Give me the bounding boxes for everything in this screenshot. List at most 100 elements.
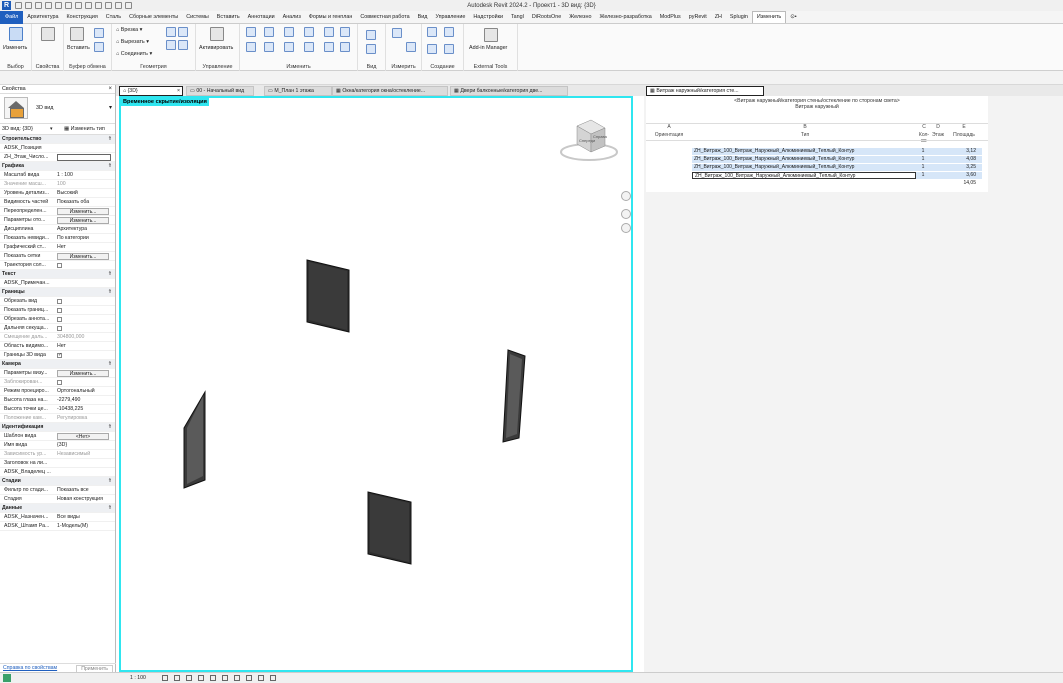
tab-11[interactable]: Управление <box>431 11 469 24</box>
property-row[interactable]: Обрезать вид <box>0 297 115 306</box>
property-value[interactable]: Нет <box>57 343 66 349</box>
scale-icon[interactable] <box>324 42 334 52</box>
col-letter-c[interactable]: C <box>918 124 930 130</box>
tab-3[interactable]: Сборные элементы <box>125 11 182 24</box>
collapse-icon[interactable]: ⇑ <box>108 288 112 297</box>
activate-icon[interactable] <box>210 27 224 41</box>
property-value-cell[interactable]: Новая конструкция <box>57 495 113 504</box>
property-value-cell[interactable]: Архитектура <box>57 225 113 234</box>
property-value[interactable]: 1 : 100 <box>57 172 73 178</box>
header-type[interactable]: Тип <box>692 132 918 138</box>
measure-icon[interactable] <box>75 2 82 9</box>
property-row[interactable]: Заблокирован... <box>0 378 115 387</box>
sun-path-icon[interactable] <box>186 675 192 681</box>
chevron-down-icon[interactable]: ▾ <box>50 124 53 135</box>
property-row[interactable]: Высота глаза на... -2279,490 <box>0 396 115 405</box>
property-row[interactable]: ADSK_Позиция <box>0 144 115 153</box>
properties-icon[interactable] <box>41 27 55 41</box>
property-checkbox[interactable] <box>57 308 62 313</box>
offset-icon[interactable] <box>264 27 274 37</box>
tab-10[interactable]: Вид <box>414 11 432 24</box>
property-value[interactable]: Показать все <box>57 487 89 493</box>
col-letter-d[interactable]: D <box>930 124 946 130</box>
save-icon[interactable] <box>25 2 32 9</box>
property-row[interactable]: ADSK_Примечан... <box>0 279 115 288</box>
property-row[interactable]: Графический ст... Нет <box>0 243 115 252</box>
pan-icon[interactable] <box>621 223 631 233</box>
property-edit-button[interactable]: <Нет> <box>57 433 109 440</box>
collapse-icon[interactable]: ⇑ <box>108 360 112 369</box>
header-orientation[interactable]: Ориентация <box>646 132 692 138</box>
group-label-select[interactable]: Выбор <box>0 64 31 70</box>
print-icon[interactable] <box>65 2 72 9</box>
property-value[interactable]: Высокий <box>57 190 78 196</box>
property-row[interactable]: Значение масш... 100 <box>0 180 115 189</box>
tab-balcony-doors-schedule[interactable]: ▦ Двери балконные/категория две... <box>450 86 568 96</box>
split-icon[interactable] <box>324 27 334 37</box>
hide-element-icon[interactable] <box>366 30 376 40</box>
property-category[interactable]: Текст ⇑ <box>0 270 115 279</box>
property-checkbox[interactable] <box>57 263 62 268</box>
property-edit-button[interactable]: Изменить... <box>57 253 109 260</box>
section-icon[interactable] <box>105 2 112 9</box>
property-value-cell[interactable]: 304800,000 <box>57 333 113 342</box>
tab-floor-plan[interactable]: ▭ М_План 1 этажа <box>264 86 332 96</box>
property-value-cell[interactable]: Показать оба <box>57 198 113 207</box>
property-value[interactable]: По категории <box>57 235 89 241</box>
cut-geometry-button[interactable]: ⌂ Вырезать ▾ <box>116 39 149 45</box>
property-row[interactable]: ZH_Этаж_Число... <box>0 153 115 162</box>
property-value[interactable]: Архитектура <box>57 226 87 232</box>
collapse-icon[interactable]: ⇑ <box>108 423 112 432</box>
sync-icon[interactable] <box>35 2 42 9</box>
steering-wheel-icon[interactable] <box>621 191 631 201</box>
create-group-icon[interactable] <box>427 44 437 54</box>
property-value-cell[interactable]: 1 : 100 <box>57 171 113 180</box>
schedule-row[interactable]: ZH_Витраж_100_Витраж_Наружный_Алюминиевы… <box>692 148 982 155</box>
tab-18[interactable]: pyRevit <box>685 11 711 24</box>
cell-area[interactable]: 3,60 <box>948 172 976 179</box>
tab-modify[interactable]: Изменить <box>751 11 787 23</box>
property-value-cell[interactable]: {3D} <box>57 441 113 450</box>
property-edit-button[interactable]: Изменить... <box>57 217 109 224</box>
property-row[interactable]: Траектория сол... <box>0 261 115 270</box>
paste-button[interactable]: Вставить <box>67 45 90 51</box>
collapse-icon[interactable]: ⇑ <box>108 135 112 144</box>
create-parts-icon[interactable] <box>444 27 454 37</box>
viewcube[interactable]: Спереди Справа <box>559 118 621 162</box>
property-row[interactable]: Границы 3D вида <box>0 351 115 360</box>
property-row[interactable]: Режим проециро... Ортогональный <box>0 387 115 396</box>
join-geometry-button[interactable]: ⌂ Соединить ▾ <box>116 51 152 57</box>
property-row[interactable]: Положение кам... Регулировка <box>0 414 115 423</box>
collapse-icon[interactable]: ⇑ <box>108 477 112 486</box>
viewcube-graphic[interactable]: Спереди Справа <box>559 118 621 162</box>
tab-16[interactable]: Железно-разработка <box>595 11 655 24</box>
property-value-cell[interactable]: 1-Модель(М) <box>57 522 113 531</box>
property-row[interactable]: Переопределен... Изменить... <box>0 207 115 216</box>
col-letter-a[interactable]: A <box>646 124 692 130</box>
property-category[interactable]: Идентификация ⇑ <box>0 423 115 432</box>
tab-19[interactable]: ZH <box>711 11 726 24</box>
property-edit-button[interactable]: Изменить... <box>57 370 109 377</box>
tab-14[interactable]: DiRootsOne <box>528 11 565 24</box>
tab-7[interactable]: Анализ <box>279 11 305 24</box>
property-category[interactable]: Границы ⇑ <box>0 288 115 297</box>
tab-8[interactable]: Формы и генплан <box>305 11 357 24</box>
property-value[interactable]: -10438,225 <box>57 406 83 412</box>
zoom-icon[interactable] <box>621 209 631 219</box>
property-row[interactable]: Уровень детализ... Высокий <box>0 189 115 198</box>
tab-20[interactable]: Splugin <box>726 11 752 24</box>
cell-type[interactable]: ZH_Витраж_100_Витраж_Наружный_Алюминиевы… <box>692 148 916 155</box>
property-row[interactable]: Показать невиди... По категории <box>0 234 115 243</box>
property-value[interactable]: Показать оба <box>57 199 89 205</box>
type-selector[interactable]: 3D вид ▾ <box>0 94 115 124</box>
property-row[interactable]: Шаблон вида <Нет> <box>0 432 115 441</box>
cell-type[interactable]: ZH_Витраж_100_Витраж_Наружный_Алюминиевы… <box>692 164 916 171</box>
property-value-cell[interactable]: Регулировка <box>57 414 113 423</box>
property-value[interactable]: Регулировка <box>57 415 87 421</box>
tab-2[interactable]: Сталь <box>102 11 125 24</box>
dimension-icon[interactable] <box>406 42 416 52</box>
tab-curtain-wall-schedule[interactable]: ▦ Витраж наружный/категория сте... <box>646 86 764 96</box>
property-value-cell[interactable]: -10438,225 <box>57 405 113 414</box>
property-value-cell[interactable]: Независимый <box>57 450 113 459</box>
cell-area[interactable]: 3,25 <box>948 164 976 171</box>
